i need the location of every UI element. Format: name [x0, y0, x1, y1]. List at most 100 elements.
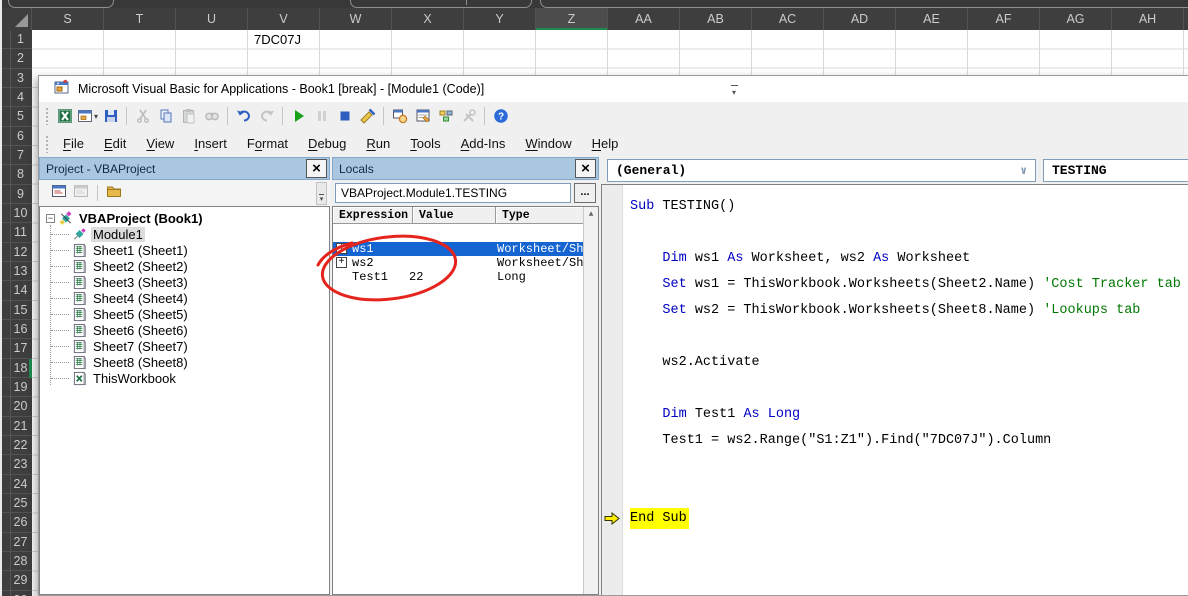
column-header-Y[interactable]: Y [464, 8, 536, 30]
row-header-2[interactable]: 2 [0, 49, 32, 69]
toolbox-button[interactable] [457, 105, 480, 127]
object-browser-button[interactable] [434, 105, 457, 127]
tree-item-sheet2-sheet2[interactable]: Sheet2 (Sheet2) [40, 258, 329, 274]
toolbar-options-button[interactable]: ▾ [728, 79, 740, 101]
title-bar[interactable]: Microsoft Visual Basic for Applications … [39, 76, 1188, 102]
code-line-2[interactable] [630, 220, 1188, 246]
save-button[interactable] [99, 105, 122, 127]
menu-window[interactable]: Window [515, 132, 581, 155]
locals-row-ws1[interactable]: + ws1 Worksheet/She [333, 242, 584, 256]
project-panel-scroll-button[interactable]: ▾ [316, 182, 327, 205]
find-button[interactable] [200, 105, 223, 127]
locals-close-button[interactable]: × [575, 159, 596, 178]
column-header-X[interactable]: X [392, 8, 464, 30]
tree-item-sheet7-sheet7[interactable]: Sheet7 (Sheet7) [40, 338, 329, 354]
code-line-12[interactable] [630, 480, 1188, 506]
copy-button[interactable] [154, 105, 177, 127]
break-button[interactable] [310, 105, 333, 127]
expand-icon[interactable]: + [336, 257, 347, 268]
toggle-folders-button[interactable] [103, 183, 125, 203]
column-header-Z[interactable]: Z [536, 8, 608, 30]
undo-button[interactable] [232, 105, 255, 127]
locals-row-ws2[interactable]: + ws2 Worksheet/She [333, 256, 584, 270]
row-header-21[interactable]: 21 [0, 417, 32, 436]
row-header-8[interactable]: 8 [0, 165, 32, 185]
properties-window-button[interactable] [411, 105, 434, 127]
locals-context-box[interactable]: VBAProject.Module1.TESTING [335, 183, 571, 203]
row-header-30[interactable]: 30 [0, 591, 32, 596]
tree-item-sheet3-sheet3[interactable]: Sheet3 (Sheet3) [40, 274, 329, 290]
menu-edit[interactable]: Edit [94, 132, 136, 155]
row-header-4[interactable]: 4 [0, 88, 32, 108]
project-close-button[interactable]: × [306, 159, 327, 178]
column-header-T[interactable]: T [104, 8, 176, 30]
view-code-button[interactable] [48, 183, 70, 203]
locals-col-value[interactable]: Value [413, 207, 496, 224]
cut-button[interactable] [131, 105, 154, 127]
row-header-6[interactable]: 6 [0, 127, 32, 146]
column-header-AG[interactable]: AG [1040, 8, 1112, 30]
code-editor[interactable]: Sub TESTING() Dim ws1 As Worksheet, ws2 … [601, 184, 1188, 595]
locals-col-expression[interactable]: Expression [333, 207, 413, 224]
tree-item-module1[interactable]: Module1 [40, 226, 329, 242]
locals-scrollbar[interactable]: ▲ [583, 207, 598, 594]
row-header-26[interactable]: 26 [0, 513, 32, 533]
row-header-22[interactable]: 22 [0, 436, 32, 456]
column-header-U[interactable]: U [176, 8, 248, 30]
code-line-5[interactable]: Set ws2 = ThisWorkbook.Worksheets(Sheet8… [630, 298, 1188, 324]
row-header-10[interactable]: 10 [0, 204, 32, 224]
tree-item-sheet1-sheet1[interactable]: Sheet1 (Sheet1) [40, 242, 329, 258]
column-header-AE[interactable]: AE [896, 8, 968, 30]
row-header-12[interactable]: 12 [0, 243, 32, 262]
row-header-17[interactable]: 17 [0, 339, 32, 359]
row-header-15[interactable]: 15 [0, 301, 32, 320]
row-header-13[interactable]: 13 [0, 262, 32, 282]
menu-debug[interactable]: Debug [298, 132, 356, 155]
menu-format[interactable]: Format [237, 132, 298, 155]
column-header-AD[interactable]: AD [824, 8, 896, 30]
row-header-28[interactable]: 28 [0, 552, 32, 572]
row-header-5[interactable]: 5 [0, 107, 32, 127]
tree-item-sheet4-sheet4[interactable]: Sheet4 (Sheet4) [40, 290, 329, 306]
row-header-23[interactable]: 23 [0, 455, 32, 475]
code-line-10[interactable]: Test1 = ws2.Range("S1:Z1").Find("7DC07J"… [630, 428, 1188, 454]
locals-ellipsis-button[interactable]: ... [574, 183, 596, 203]
menu-tools[interactable]: Tools [400, 132, 450, 155]
column-header-AB[interactable]: AB [680, 8, 752, 30]
tree-item-vbaproject-book1[interactable]: − VBAProject (Book1) [40, 210, 329, 226]
code-line-3[interactable]: Dim ws1 As Worksheet, ws2 As Worksheet [630, 246, 1188, 272]
tree-item-sheet5-sheet5[interactable]: Sheet5 (Sheet5) [40, 306, 329, 322]
row-header-9[interactable]: 9 [0, 185, 32, 204]
procedure-dropdown[interactable]: TESTING [1043, 159, 1188, 182]
project-panel-header[interactable]: Project - VBAProject × [39, 157, 330, 180]
column-header-W[interactable]: W [320, 8, 392, 30]
row-header-18[interactable]: 18 [0, 359, 32, 378]
row-header-25[interactable]: 25 [0, 494, 32, 514]
menu-insert[interactable]: Insert [184, 132, 237, 155]
reset-button[interactable] [333, 105, 356, 127]
column-header-AF[interactable]: AF [968, 8, 1040, 30]
locals-row-test1[interactable]: Test1 22 Long [333, 270, 584, 284]
menu-view[interactable]: View [136, 132, 184, 155]
menu-help[interactable]: Help [582, 132, 629, 155]
column-header-AA[interactable]: AA [608, 8, 680, 30]
margin-indicator-bar[interactable] [602, 185, 623, 595]
toolbar-grip[interactable] [45, 107, 49, 125]
code-line-11[interactable] [630, 454, 1188, 480]
column-header-S[interactable]: S [32, 8, 104, 30]
row-header-24[interactable]: 24 [0, 475, 32, 494]
code-line-7[interactable]: ws2.Activate [630, 350, 1188, 376]
insert-userform-button[interactable]: ▾ [76, 105, 99, 127]
code-line-13[interactable]: End Sub [630, 506, 1188, 532]
view-object-button[interactable] [70, 183, 92, 203]
dropdown-caret-icon[interactable]: ▾ [94, 112, 98, 121]
column-header-AC[interactable]: AC [752, 8, 824, 30]
menu-addins[interactable]: Add-Ins [451, 132, 516, 155]
tree-item-sheet6-sheet6[interactable]: Sheet6 (Sheet6) [40, 322, 329, 338]
object-dropdown[interactable]: (General) ∨ [607, 159, 1036, 182]
row-header-27[interactable]: 27 [0, 533, 32, 552]
select-all-corner[interactable] [0, 8, 32, 30]
code-line-1[interactable]: Sub TESTING() [630, 194, 1188, 220]
redo-button[interactable] [255, 105, 278, 127]
row-header-11[interactable]: 11 [0, 223, 32, 243]
